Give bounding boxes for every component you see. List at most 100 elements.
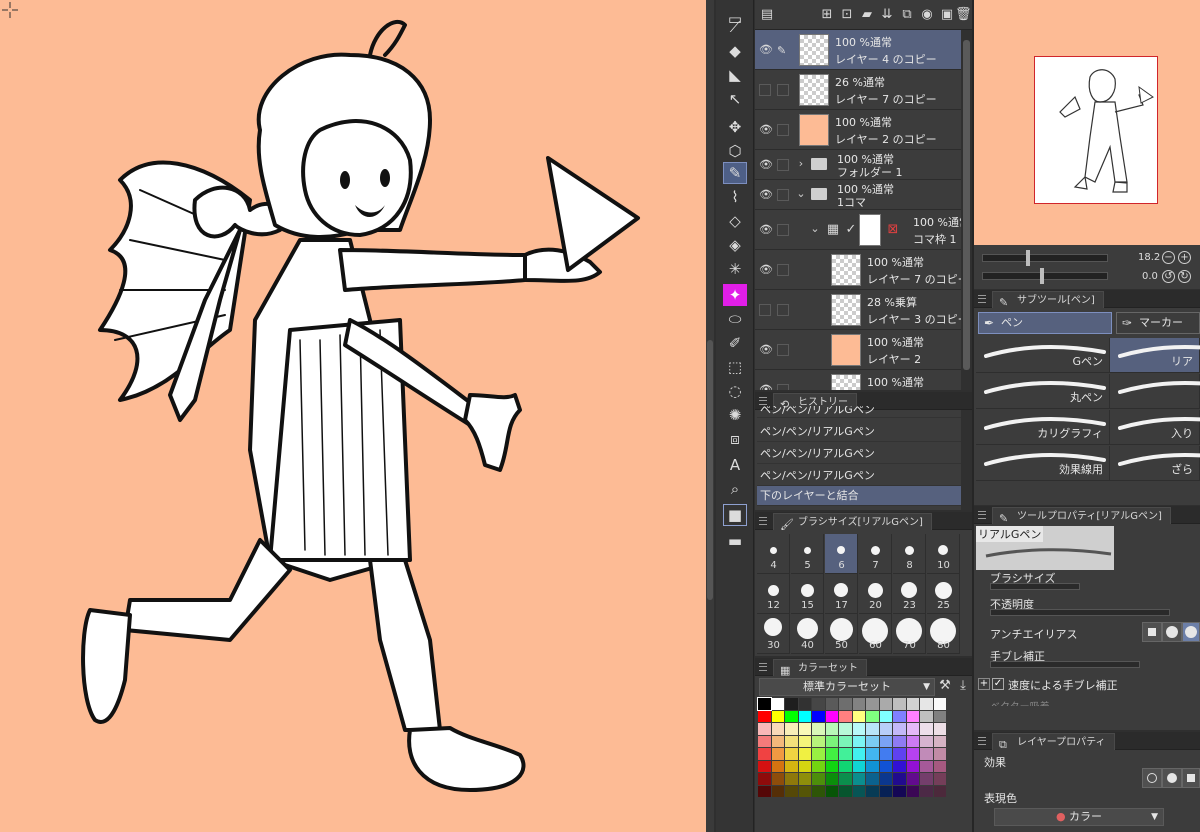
- sub-tool-tab[interactable]: ✎ サブツール[ペン]: [992, 291, 1104, 309]
- color-swatch[interactable]: [933, 735, 946, 747]
- grip-icon[interactable]: [759, 517, 767, 525]
- color-swatch[interactable]: [839, 710, 852, 722]
- visibility-toggle[interactable]: [759, 304, 771, 316]
- lock-toggle[interactable]: [777, 384, 789, 390]
- color-swatch[interactable]: [879, 723, 892, 735]
- canvas-vertical-scrollbar[interactable]: [706, 0, 714, 832]
- brush-size-option[interactable]: 80: [927, 614, 960, 654]
- color-swatch[interactable]: [771, 773, 784, 785]
- color-swatch[interactable]: [812, 773, 825, 785]
- zoom-in-icon[interactable]: +: [1178, 251, 1191, 264]
- main-color-swatch-icon[interactable]: ■: [723, 504, 747, 526]
- color-swatch[interactable]: [893, 698, 906, 710]
- layer-row[interactable]: 28 %乗算 レイヤー 3 のコピー 2: [755, 290, 961, 330]
- color-swatch[interactable]: [785, 735, 798, 747]
- layer-row[interactable]: 👁 100 %通常 レイヤー 7 のコピー 2: [755, 250, 961, 290]
- color-swatch[interactable]: [933, 773, 946, 785]
- brush-size-option[interactable]: 8: [893, 534, 926, 574]
- layer-menu-icon[interactable]: ▤: [759, 7, 775, 23]
- brush-size-option[interactable]: 12: [757, 574, 790, 614]
- color-swatch[interactable]: [906, 723, 919, 735]
- color-swatch[interactable]: [812, 698, 825, 710]
- color-swatch[interactable]: [825, 785, 838, 797]
- color-swatch[interactable]: [879, 785, 892, 797]
- color-swatch[interactable]: [839, 698, 852, 710]
- antialias-weak-button[interactable]: [1162, 622, 1182, 642]
- color-swatch[interactable]: [758, 748, 771, 760]
- color-swatch[interactable]: [920, 760, 933, 772]
- color-swatch[interactable]: [812, 760, 825, 772]
- color-swatch[interactable]: [771, 785, 784, 797]
- color-swatch[interactable]: [852, 723, 865, 735]
- color-swatch[interactable]: [771, 748, 784, 760]
- new-raster-layer-icon[interactable]: ⊞: [819, 7, 835, 23]
- brush-size-option[interactable]: 30: [757, 614, 790, 654]
- effect-border-icon[interactable]: [1142, 768, 1162, 788]
- grip-icon[interactable]: [978, 295, 986, 303]
- color-swatch[interactable]: [771, 735, 784, 747]
- layer-row[interactable]: 👁 100 %通常: [755, 370, 961, 390]
- tool-property-tab[interactable]: ✎ ツールプロパティ[リアルGペン]: [992, 507, 1171, 525]
- layer-row[interactable]: 👁 100 %通常 レイヤー 2 のコピー: [755, 110, 961, 150]
- blend-icon[interactable]: ⬭: [723, 308, 747, 330]
- brush-size-option[interactable]: 5: [791, 534, 824, 574]
- color-swatch[interactable]: [852, 710, 865, 722]
- history-item[interactable]: ペン/ペン/リアルGペン: [757, 466, 961, 486]
- color-swatch[interactable]: [839, 723, 852, 735]
- color-swatch[interactable]: [933, 785, 946, 797]
- eye-icon[interactable]: 👁: [759, 123, 773, 137]
- color-swatch[interactable]: [798, 710, 811, 722]
- lock-toggle[interactable]: [777, 159, 789, 171]
- transparent-color-icon[interactable]: ▬: [723, 530, 747, 552]
- brush-size-option[interactable]: 17: [825, 574, 858, 614]
- lock-toggle[interactable]: [777, 224, 789, 236]
- brush-size-option[interactable]: 50: [825, 614, 858, 654]
- color-swatch[interactable]: [879, 710, 892, 722]
- color-swatch[interactable]: [893, 710, 906, 722]
- color-swatch[interactable]: [785, 698, 798, 710]
- color-swatch[interactable]: [785, 785, 798, 797]
- brush-size-option[interactable]: 20: [859, 574, 892, 614]
- color-swatch[interactable]: [866, 773, 879, 785]
- zoom-slider[interactable]: [982, 254, 1108, 262]
- color-swatch[interactable]: [785, 710, 798, 722]
- color-swatch[interactable]: [893, 760, 906, 772]
- lasso-icon[interactable]: ◌: [723, 380, 747, 402]
- color-swatch[interactable]: [893, 723, 906, 735]
- effect-dots-icon[interactable]: [1182, 768, 1200, 788]
- color-swatch[interactable]: [933, 748, 946, 760]
- color-swatch[interactable]: [757, 697, 772, 711]
- speed-stabilization-checkbox[interactable]: ✓: [992, 678, 1004, 690]
- color-swatch[interactable]: [758, 773, 771, 785]
- color-swatch[interactable]: [893, 735, 906, 747]
- ruler-icon[interactable]: ◣: [723, 64, 747, 86]
- color-swatch[interactable]: [906, 760, 919, 772]
- color-swatch[interactable]: [852, 785, 865, 797]
- color-swatch[interactable]: [798, 773, 811, 785]
- history-item-selected[interactable]: 下のレイヤーと結合: [757, 486, 961, 506]
- color-swatch[interactable]: [906, 773, 919, 785]
- mask-icon[interactable]: ◉: [919, 7, 935, 23]
- brush-size-option[interactable]: 7: [859, 534, 892, 574]
- color-swatch[interactable]: [866, 785, 879, 797]
- antialias-none-button[interactable]: [1142, 622, 1162, 642]
- delete-layer-icon[interactable]: 🗑: [955, 7, 972, 23]
- color-swatch[interactable]: [798, 785, 811, 797]
- color-swatch[interactable]: [920, 735, 933, 747]
- color-swatch[interactable]: [839, 735, 852, 747]
- color-swatch[interactable]: [798, 735, 811, 747]
- brush-size-slider[interactable]: [990, 583, 1080, 590]
- brush-size-option[interactable]: 70: [893, 614, 926, 654]
- color-swatch[interactable]: [906, 735, 919, 747]
- brush-size-tab[interactable]: 🖌 ブラシサイズ[リアルGペン]: [773, 513, 932, 531]
- color-swatch[interactable]: [852, 760, 865, 772]
- navigator-panel[interactable]: [974, 0, 1200, 245]
- zoom-slider-knob[interactable]: [1026, 250, 1030, 266]
- eye-icon[interactable]: 👁: [759, 343, 773, 357]
- color-swatch[interactable]: [920, 785, 933, 797]
- color-swatch[interactable]: [852, 698, 865, 710]
- folder-row[interactable]: 👁 › 100 %通常 フォルダー 1: [755, 150, 961, 180]
- color-swatch[interactable]: [798, 748, 811, 760]
- color-swatch[interactable]: [920, 748, 933, 760]
- color-swatch[interactable]: [758, 723, 771, 735]
